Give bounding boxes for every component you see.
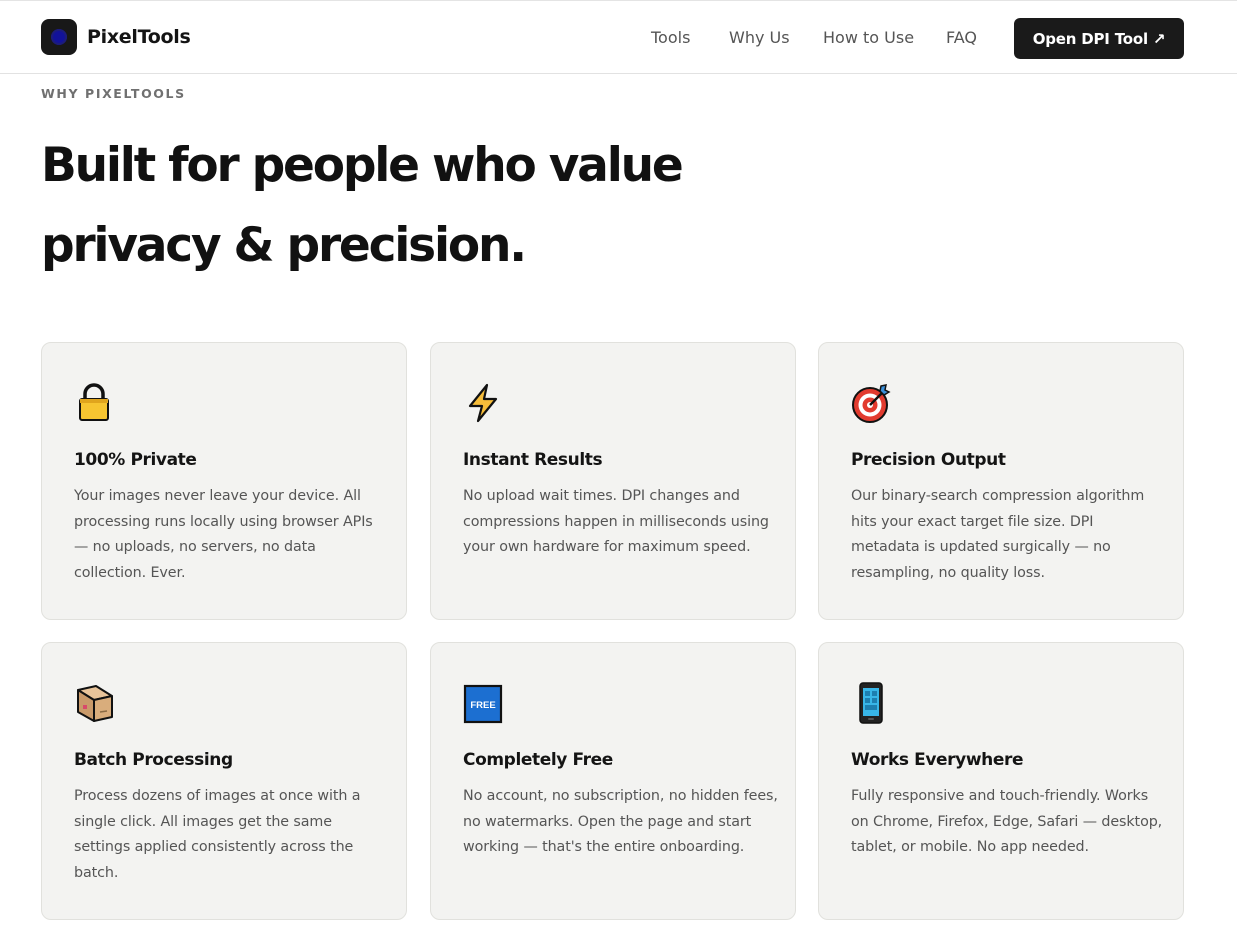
lock-icon <box>79 383 109 421</box>
top-navigation-bar: PixelTools Tools Why Us How to Use FAQ O… <box>0 0 1237 74</box>
feature-title: Batch Processing <box>74 750 233 770</box>
feature-title: Instant Results <box>463 450 603 470</box>
feature-card-instant: Instant Results No upload wait times. DP… <box>430 342 796 620</box>
feature-description: Our binary-search compression algorithm … <box>851 488 1145 581</box>
package-icon <box>77 685 113 722</box>
nav-how-to-use-link[interactable]: How to Use <box>823 28 914 47</box>
lightning-icon <box>468 383 498 423</box>
feature-card-free: FREE Completely Free No account, no subs… <box>430 642 796 920</box>
phone-icon <box>859 682 883 724</box>
free-badge-label: FREE <box>470 700 495 711</box>
feature-title: 100% Private <box>74 450 197 470</box>
brand-name: PixelTools <box>87 26 191 48</box>
feature-description: Process dozens of images at once with a … <box>74 788 361 881</box>
brand[interactable]: PixelTools <box>41 19 191 55</box>
logo-icon <box>41 19 77 55</box>
nav-tools-link[interactable]: Tools <box>651 28 690 47</box>
section-eyebrow: WHY PIXELTOOLS <box>41 86 186 101</box>
nav-faq-link[interactable]: FAQ <box>946 28 977 47</box>
feature-description: No account, no subscription, no hidden f… <box>463 788 778 856</box>
target-icon <box>852 384 891 423</box>
feature-description: Fully responsive and touch-friendly. Wor… <box>851 788 1163 856</box>
feature-title: Precision Output <box>851 450 1006 470</box>
feature-card-everywhere: Works Everywhere Fully responsive and to… <box>818 642 1184 920</box>
feature-title: Completely Free <box>463 750 613 770</box>
section-headline: Built for people who value privacy & pre… <box>41 138 684 273</box>
feature-title: Works Everywhere <box>851 750 1024 770</box>
feature-card-private: 100% Private Your images never leave you… <box>41 342 407 620</box>
nav-why-us-link[interactable]: Why Us <box>729 28 790 47</box>
feature-description: Your images never leave your device. All… <box>74 488 373 581</box>
feature-card-precision: Precision Output Our binary-search compr… <box>818 342 1184 620</box>
feature-card-batch: Batch Processing Process dozens of image… <box>41 642 407 920</box>
free-icon: FREE <box>463 684 503 724</box>
feature-description: No upload wait times. DPI changes and co… <box>463 488 769 556</box>
open-dpi-tool-button[interactable]: Open DPI Tool ↗ <box>1014 18 1184 59</box>
